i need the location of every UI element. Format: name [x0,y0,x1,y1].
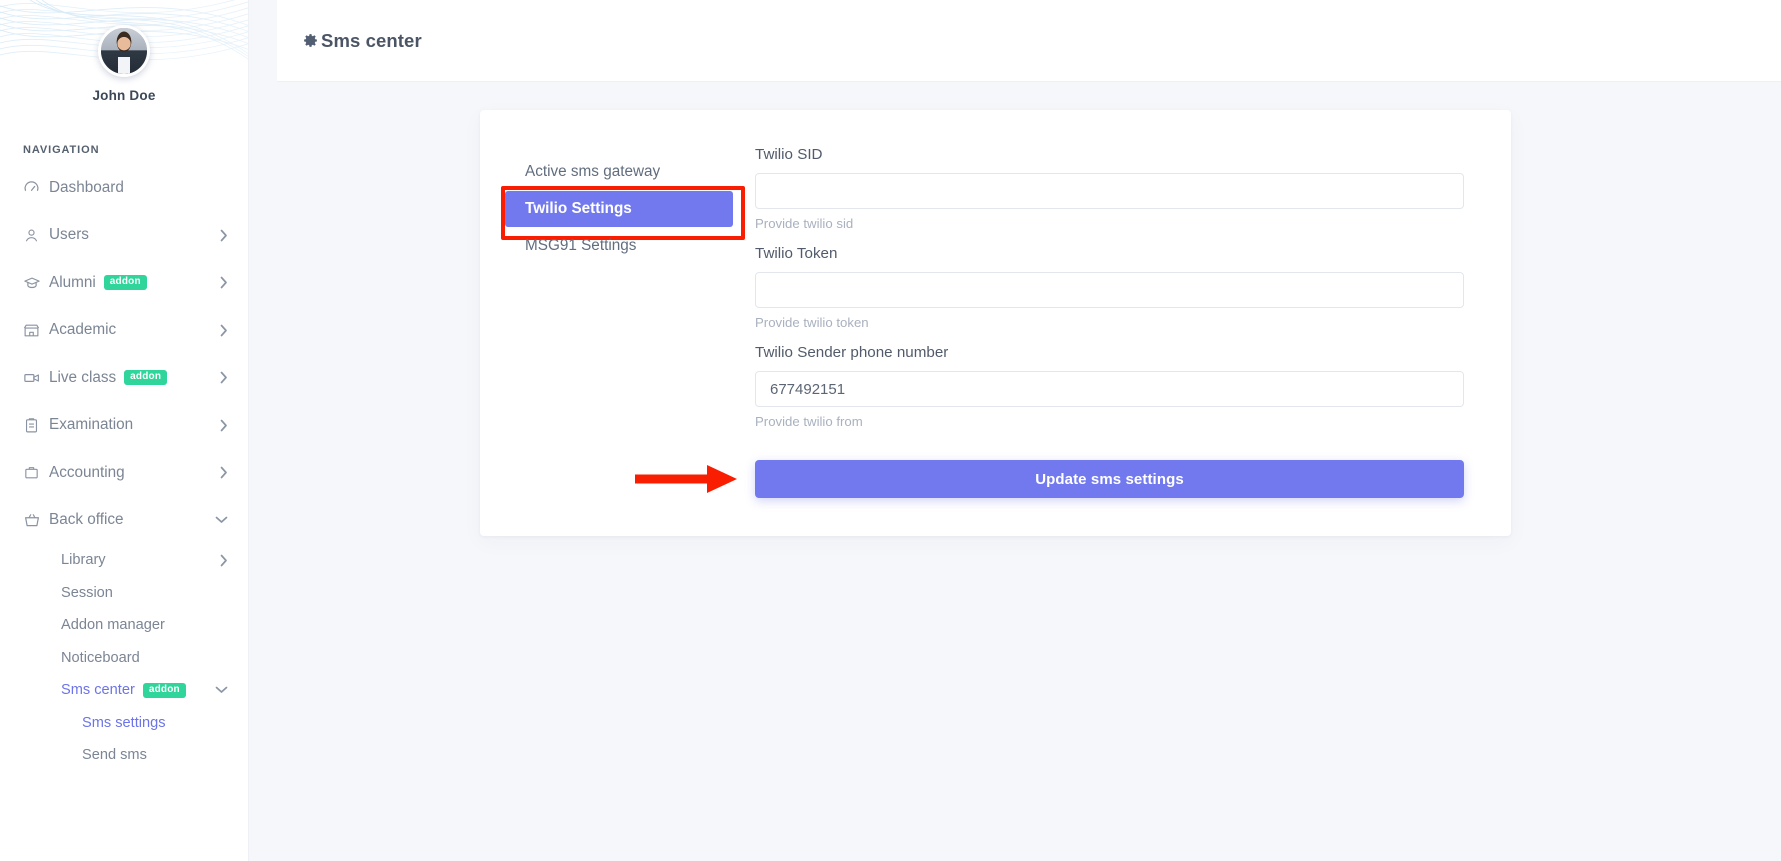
sidebar-subitem-addon-manager[interactable]: Addon manager [0,609,248,642]
sidebar-subitem-label: Library [61,552,106,568]
sidebar-nav: Dashboard Users [0,164,248,792]
sidebar-subitem-sms-settings[interactable]: Sms settings [0,707,248,740]
content-wrapper: Active sms gateway Twilio Settings MSG91… [277,82,1781,536]
update-sms-settings-button[interactable]: Update sms settings [755,460,1464,498]
chevron-right-icon [220,371,228,384]
tab-label: MSG91 Settings [525,237,636,255]
sidebar-item-examination[interactable]: Examination [0,402,248,450]
sidebar-subitem-label: Sms center [61,682,135,698]
app-root: John Doe NAVIGATION Dashboard [0,0,1781,861]
twilio-token-input[interactable] [755,272,1464,308]
user-icon [23,227,49,244]
sidebar-item-academic[interactable]: Academic [0,307,248,355]
chevron-right-icon [220,324,228,337]
sidebar-subitem-label: Send sms [82,747,147,763]
twilio-sender-phone-input[interactable] [755,371,1464,407]
sidebar-subitem-label: Sms settings [82,715,166,731]
sidebar-subitem-send-sms[interactable]: Send sms [0,739,248,772]
sidebar: John Doe NAVIGATION Dashboard [0,0,249,861]
sidebar-item-users[interactable]: Users [0,212,248,260]
avatar[interactable] [98,25,150,77]
chevron-down-icon [215,516,228,524]
sidebar-item-alumni[interactable]: Alumni addon [0,259,248,307]
tab-twilio-settings[interactable]: Twilio Settings [505,191,733,227]
sidebar-subitem-library[interactable]: Library [0,544,248,577]
addon-badge: addon [143,683,186,698]
sms-settings-card: Active sms gateway Twilio Settings MSG91… [480,110,1511,536]
chevron-right-icon [220,554,228,567]
tab-label: Active sms gateway [525,163,660,181]
sidebar-item-label: Academic [49,321,116,339]
page-title: Sms center [321,30,422,52]
video-camera-icon [23,369,49,387]
profile-name: John Doe [0,88,248,103]
sidebar-item-label: Alumni [49,274,96,292]
sidebar-item-label: Examination [49,416,133,434]
sidebar-item-dashboard[interactable]: Dashboard [0,164,248,212]
field-twilio-sender-phone-number: Twilio Sender phone number Provide twili… [755,344,1464,429]
school-icon [23,322,49,339]
field-help-text: Provide twilio from [755,414,1464,429]
chevron-down-icon [215,686,228,694]
basket-icon [23,511,49,529]
field-help-text: Provide twilio token [755,315,1464,330]
clipboard-icon [23,417,49,434]
tab-active-sms-gateway[interactable]: Active sms gateway [505,154,733,190]
sidebar-item-label: Accounting [49,464,125,482]
sidebar-item-label: Back office [49,511,124,529]
briefcase-icon [23,464,49,481]
sidebar-subitem-sms-center[interactable]: Sms center addon [0,674,248,707]
sidebar-item-label: Dashboard [49,179,124,197]
sidebar-subitem-session[interactable]: Session [0,577,248,610]
avatar-shirt [118,57,129,74]
nav-section-heading: NAVIGATION [23,144,248,156]
field-label: Twilio Sender phone number [755,344,1464,361]
addon-badge: addon [124,370,167,385]
twilio-sid-input[interactable] [755,173,1464,209]
field-twilio-sid: Twilio SID Provide twilio sid [755,146,1464,231]
sidebar-item-back-office[interactable]: Back office [0,497,248,545]
settings-tab-list: Active sms gateway Twilio Settings MSG91… [505,146,733,498]
chevron-right-icon [220,419,228,432]
field-label: Twilio SID [755,146,1464,163]
sidebar-item-live-class[interactable]: Live class addon [0,354,248,402]
sidebar-item-label: Live class [49,369,116,387]
chevron-right-icon [220,276,228,289]
sidebar-profile: John Doe [0,0,248,103]
gear-icon [302,32,319,49]
twilio-settings-form: Twilio SID Provide twilio sid Twilio Tok… [733,146,1486,498]
page-header: Sms center [277,0,1781,82]
main-content: Sms center Active sms gateway Twilio Set… [249,0,1781,861]
tab-msg91-settings[interactable]: MSG91 Settings [505,228,733,264]
sidebar-subitem-label: Session [61,585,113,601]
sidebar-subitem-label: Noticeboard [61,650,140,666]
speedometer-icon [23,179,49,196]
tab-label: Twilio Settings [525,200,632,218]
sidebar-subitem-label: Addon manager [61,617,165,633]
field-label: Twilio Token [755,245,1464,262]
chevron-right-icon [220,466,228,479]
addon-badge: addon [104,275,147,290]
graduation-cap-icon [23,274,49,292]
sidebar-subitem-noticeboard[interactable]: Noticeboard [0,642,248,675]
field-help-text: Provide twilio sid [755,216,1464,231]
field-twilio-token: Twilio Token Provide twilio token [755,245,1464,330]
sidebar-item-accounting[interactable]: Accounting [0,449,248,497]
sidebar-item-label: Users [49,226,89,244]
submit-row: Update sms settings [755,460,1464,498]
chevron-right-icon [220,229,228,242]
